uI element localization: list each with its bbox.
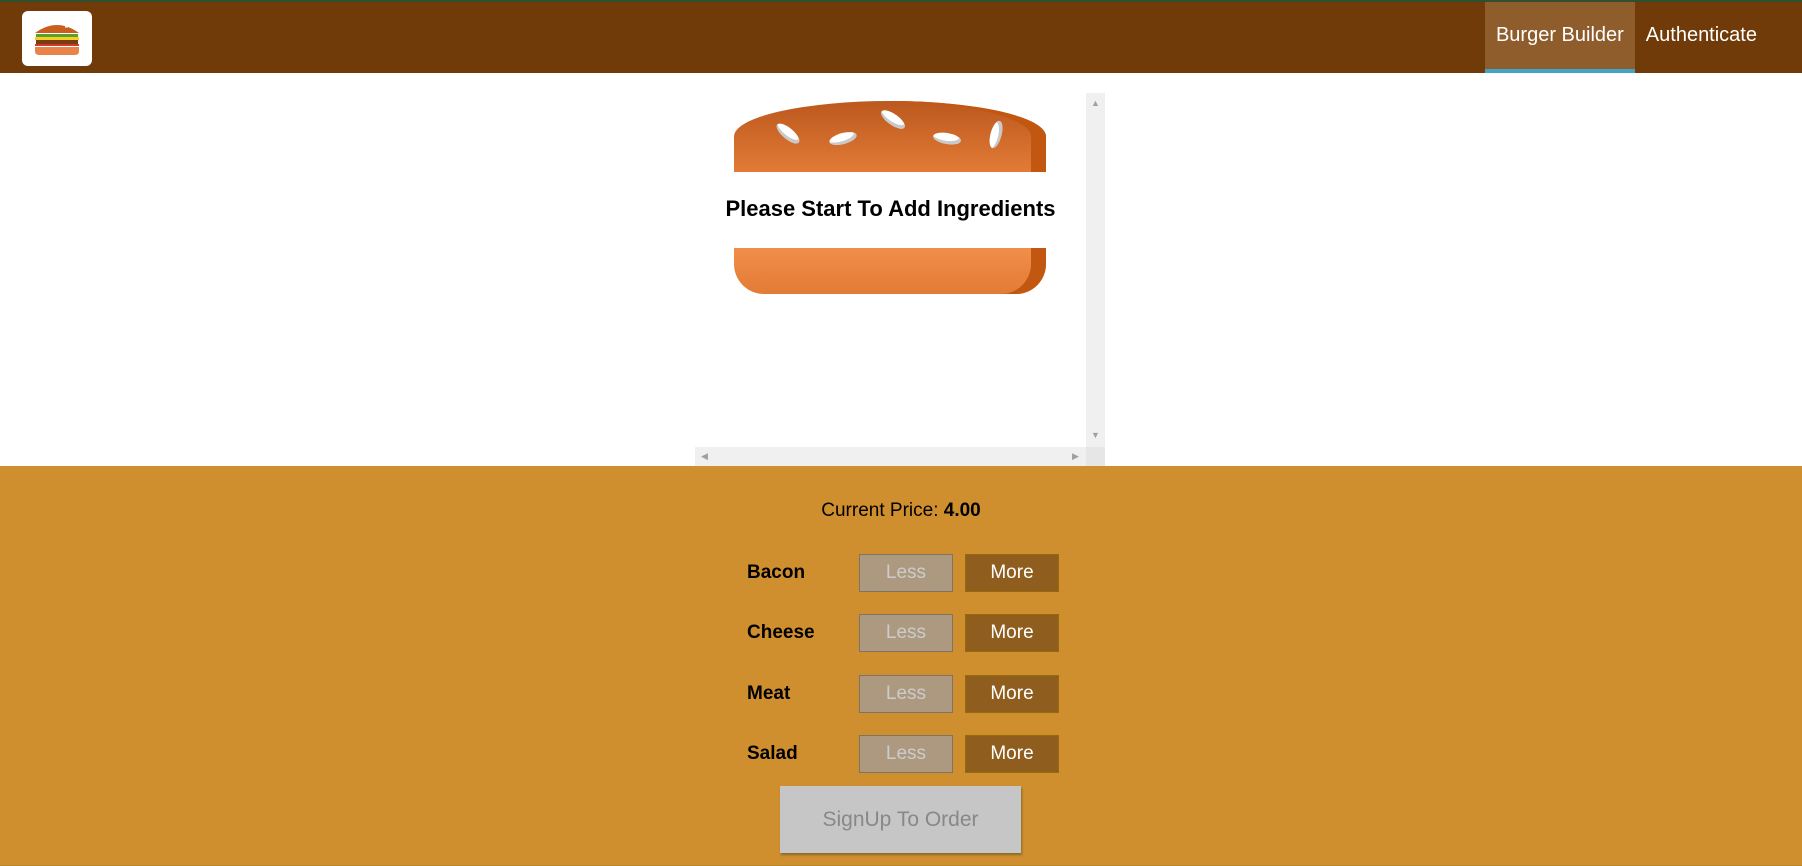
nav-burger-builder[interactable]: Burger Builder [1484, 2, 1635, 73]
empty-burger-message: Please Start To Add Ingredients [725, 196, 1056, 221]
build-control-cheese: Cheese Less More [747, 614, 1077, 652]
ingredient-label: Meat [747, 683, 791, 704]
bread-bottom [734, 248, 1046, 294]
scroll-right-icon[interactable]: ▶ [1072, 452, 1079, 461]
price-label: Current Price: [821, 500, 939, 521]
more-cheese-button[interactable]: More [965, 614, 1059, 652]
less-salad-button[interactable]: Less [859, 735, 953, 773]
price-value: 4.00 [943, 500, 981, 521]
signup-to-order-button[interactable]: SignUp To Order [780, 786, 1021, 853]
vertical-scrollbar[interactable]: ▲ ▼ [1086, 93, 1105, 447]
scrollbar-corner [1086, 447, 1105, 466]
horizontal-scrollbar[interactable]: ◀ ▶ [695, 447, 1086, 466]
build-control-meat: Meat Less More [747, 675, 1077, 713]
less-cheese-button[interactable]: Less [859, 614, 953, 652]
nav-authenticate[interactable]: Authenticate [1635, 2, 1768, 73]
more-salad-button[interactable]: More [965, 735, 1059, 773]
seed [932, 130, 962, 147]
seed [987, 119, 1005, 150]
burger-preview: Please Start To Add Ingredients ▲ ▼ ◀ ▶ [695, 93, 1105, 466]
scroll-up-icon[interactable]: ▲ [1091, 99, 1100, 108]
seed [878, 106, 908, 133]
ingredient-label: Bacon [747, 562, 806, 583]
page: Burger Builder Authenticate Please Start… [0, 0, 1802, 866]
more-bacon-button[interactable]: More [965, 554, 1059, 592]
scroll-down-icon[interactable]: ▼ [1091, 431, 1100, 440]
bread-top [734, 101, 1046, 172]
main-nav: Burger Builder Authenticate [1484, 2, 1768, 73]
ingredient-label: Salad [747, 743, 798, 764]
seed [773, 120, 803, 147]
more-meat-button[interactable]: More [965, 675, 1059, 713]
current-price: Current Price: 4.00 [0, 500, 1802, 522]
ingredient-label: Cheese [747, 622, 815, 643]
less-bacon-button[interactable]: Less [859, 554, 953, 592]
burger-logo-icon [35, 23, 79, 55]
build-control-salad: Salad Less More [747, 735, 1077, 773]
less-meat-button[interactable]: Less [859, 675, 953, 713]
scroll-left-icon[interactable]: ◀ [701, 452, 708, 461]
build-control-bacon: Bacon Less More [747, 554, 1077, 592]
build-controls: Current Price: 4.00 Bacon Less More Chee… [0, 466, 1802, 866]
burger-logo[interactable] [22, 11, 92, 66]
seed [828, 129, 858, 148]
toolbar: Burger Builder Authenticate [0, 0, 1802, 73]
